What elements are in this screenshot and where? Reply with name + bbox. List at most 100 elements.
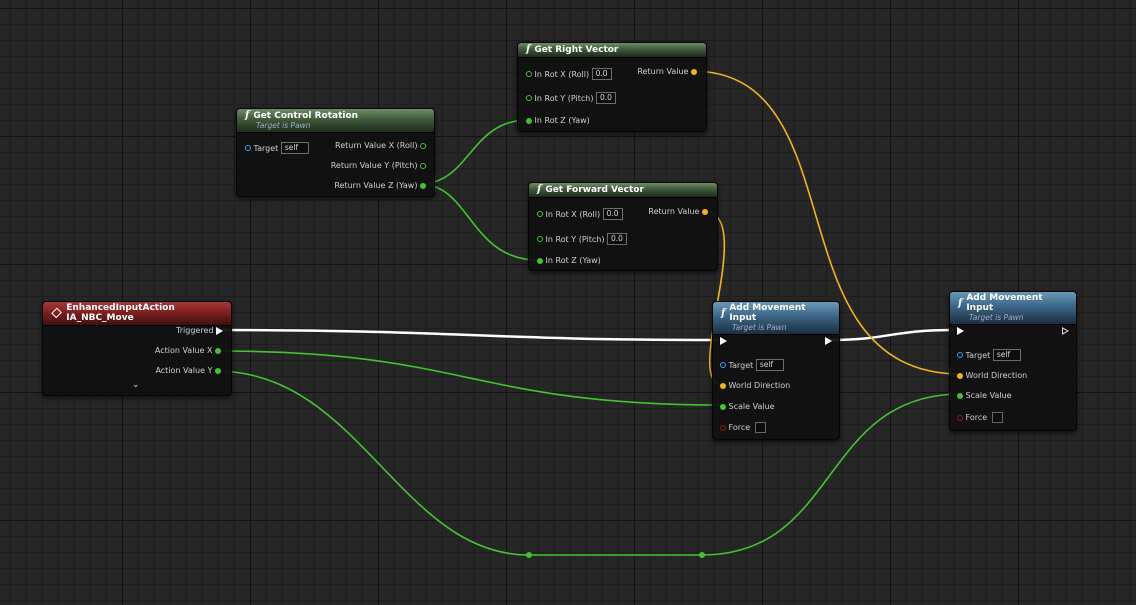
float-pin-icon[interactable] bbox=[215, 347, 221, 354]
pin-label: In Rot Y (Pitch) bbox=[545, 234, 605, 244]
pin-in-rot-x[interactable]: In Rot X (Roll) 0.0 bbox=[526, 68, 612, 80]
exec-pin-icon[interactable] bbox=[825, 337, 832, 345]
pin-label: Action Value X bbox=[154, 346, 213, 355]
pin-in-rot-z[interactable]: In Rot Z (Yaw) bbox=[537, 256, 601, 265]
pin-return-x[interactable]: Return Value X (Roll) bbox=[335, 141, 426, 150]
exec-out-pin[interactable] bbox=[1062, 327, 1069, 335]
exec-pin-icon[interactable] bbox=[957, 327, 964, 335]
vector-pin-icon[interactable] bbox=[702, 208, 708, 215]
exec-in-pin[interactable] bbox=[957, 327, 964, 335]
add-movement-input-node-2[interactable]: f Add Movement Input Target is Pawn Targe… bbox=[949, 291, 1077, 431]
force-checkbox[interactable] bbox=[755, 422, 767, 433]
pin-label: Force bbox=[965, 413, 988, 422]
function-icon: f bbox=[721, 307, 726, 319]
float-pin-icon[interactable] bbox=[420, 162, 426, 169]
chevron-down-icon[interactable]: ⌄ bbox=[132, 380, 140, 390]
float-pin-icon[interactable] bbox=[537, 211, 543, 217]
bool-pin-icon[interactable] bbox=[720, 424, 726, 431]
pin-return-z[interactable]: Return Value Z (Yaw) bbox=[334, 181, 426, 190]
target-field[interactable]: self bbox=[992, 349, 1021, 361]
in-rot-y-field[interactable]: 0.0 bbox=[607, 233, 627, 245]
pin-label: Return Value Y (Pitch) bbox=[330, 161, 418, 170]
pin-return-value[interactable]: Return Value bbox=[637, 67, 697, 76]
pin-world-direction[interactable]: World Direction bbox=[957, 371, 1027, 380]
node-header[interactable]: f Add Movement Input Target is Pawn bbox=[950, 292, 1076, 325]
pin-triggered[interactable]: Triggered bbox=[176, 326, 223, 335]
vector-pin-icon[interactable] bbox=[957, 372, 963, 379]
node-title: EnhancedInputAction IA_NBC_Move bbox=[66, 303, 175, 323]
pin-in-rot-z[interactable]: In Rot Z (Yaw) bbox=[526, 116, 590, 125]
pin-return-y[interactable]: Return Value Y (Pitch) bbox=[331, 161, 426, 170]
float-pin-icon[interactable] bbox=[537, 236, 543, 242]
get-forward-vector-node[interactable]: f Get Forward Vector In Rot X (Roll) 0.0 … bbox=[528, 182, 718, 271]
reroute-node-2[interactable] bbox=[699, 552, 705, 558]
object-pin-icon[interactable] bbox=[957, 352, 963, 358]
float-pin-icon[interactable] bbox=[957, 392, 963, 399]
exec-wire-movement-chain bbox=[827, 328, 955, 342]
node-header[interactable]: f Get Control Rotation Target is Pawn bbox=[237, 109, 434, 133]
pin-force[interactable]: Force bbox=[720, 422, 767, 433]
pin-target[interactable]: Target self bbox=[720, 359, 784, 371]
pin-force[interactable]: Force bbox=[957, 412, 1004, 423]
in-rot-x-field[interactable]: 0.0 bbox=[602, 208, 623, 220]
float-wire-yaw-to-forward bbox=[419, 183, 539, 261]
target-field[interactable]: self bbox=[280, 142, 309, 154]
float-wire-action-x bbox=[215, 350, 724, 406]
pin-in-rot-y[interactable]: In Rot Y (Pitch) 0.0 bbox=[526, 92, 616, 104]
pin-in-rot-x[interactable]: In Rot X (Roll) 0.0 bbox=[537, 208, 623, 220]
function-icon: f bbox=[537, 184, 542, 195]
vector-pin-icon[interactable] bbox=[720, 382, 726, 389]
node-header[interactable]: f Get Forward Vector bbox=[529, 183, 717, 198]
exec-pin-icon[interactable] bbox=[1062, 327, 1069, 335]
pin-return-value[interactable]: Return Value bbox=[648, 207, 708, 216]
reroute-node-1[interactable] bbox=[526, 552, 532, 558]
exec-pin-icon[interactable] bbox=[216, 326, 223, 335]
pin-target[interactable]: Target self bbox=[245, 142, 309, 154]
float-pin-icon[interactable] bbox=[215, 367, 221, 374]
exec-out-pin[interactable] bbox=[825, 337, 832, 345]
bool-pin-icon[interactable] bbox=[957, 414, 963, 421]
pin-label: In Rot X (Roll) bbox=[545, 209, 601, 219]
pin-in-rot-y[interactable]: In Rot Y (Pitch) 0.0 bbox=[537, 233, 627, 245]
in-rot-x-field[interactable]: 0.0 bbox=[591, 68, 612, 80]
pin-label: Force bbox=[728, 423, 751, 432]
object-pin-icon[interactable] bbox=[245, 145, 251, 151]
pin-scale-value[interactable]: Scale Value bbox=[720, 402, 775, 411]
in-rot-y-field[interactable]: 0.0 bbox=[596, 92, 616, 104]
pin-action-value-y[interactable]: Action Value Y bbox=[155, 366, 221, 375]
exec-in-pin[interactable] bbox=[720, 337, 727, 345]
float-pin-icon[interactable] bbox=[720, 403, 726, 410]
node-header[interactable]: f Get Right Vector bbox=[518, 43, 706, 58]
get-right-vector-node[interactable]: f Get Right Vector In Rot X (Roll) 0.0 In… bbox=[517, 42, 707, 132]
exec-pin-icon[interactable] bbox=[720, 337, 727, 345]
object-pin-icon[interactable] bbox=[720, 362, 726, 368]
target-field[interactable]: self bbox=[755, 359, 784, 371]
float-pin-icon[interactable] bbox=[420, 142, 426, 149]
float-pin-icon[interactable] bbox=[526, 117, 532, 124]
float-pin-icon[interactable] bbox=[537, 257, 543, 264]
pin-label: In Rot Z (Yaw) bbox=[545, 256, 601, 265]
pin-action-value-x[interactable]: Action Value X bbox=[155, 346, 221, 355]
function-icon: f bbox=[526, 44, 531, 55]
pin-label: Return Value bbox=[648, 207, 700, 216]
event-icon bbox=[51, 307, 63, 319]
pin-world-direction[interactable]: World Direction bbox=[720, 381, 790, 390]
get-control-rotation-node[interactable]: f Get Control Rotation Target is Pawn Tar… bbox=[236, 108, 435, 197]
node-header[interactable]: f Add Movement Input Target is Pawn bbox=[713, 302, 839, 335]
float-pin-icon[interactable] bbox=[526, 71, 532, 77]
node-subtitle: Target is Pawn bbox=[256, 121, 311, 130]
pin-scale-value[interactable]: Scale Value bbox=[957, 391, 1012, 400]
pin-label: Action Value Y bbox=[155, 366, 213, 375]
pin-target[interactable]: Target self bbox=[957, 349, 1021, 361]
node-header[interactable]: EnhancedInputAction IA_NBC_Move bbox=[43, 302, 231, 326]
enhanced-input-action-node[interactable]: EnhancedInputAction IA_NBC_Move Triggere… bbox=[42, 301, 232, 396]
float-pin-icon[interactable] bbox=[526, 95, 532, 101]
float-pin-icon[interactable] bbox=[420, 182, 426, 189]
add-movement-input-node-1[interactable]: f Add Movement Input Target is Pawn Targe… bbox=[712, 301, 840, 440]
pin-label: Target bbox=[253, 143, 279, 153]
pin-label: In Rot Z (Yaw) bbox=[534, 116, 590, 125]
pin-label: World Direction bbox=[728, 381, 791, 390]
force-checkbox[interactable] bbox=[992, 412, 1004, 423]
node-title: Get Right Vector bbox=[534, 44, 619, 55]
vector-pin-icon[interactable] bbox=[691, 68, 697, 75]
